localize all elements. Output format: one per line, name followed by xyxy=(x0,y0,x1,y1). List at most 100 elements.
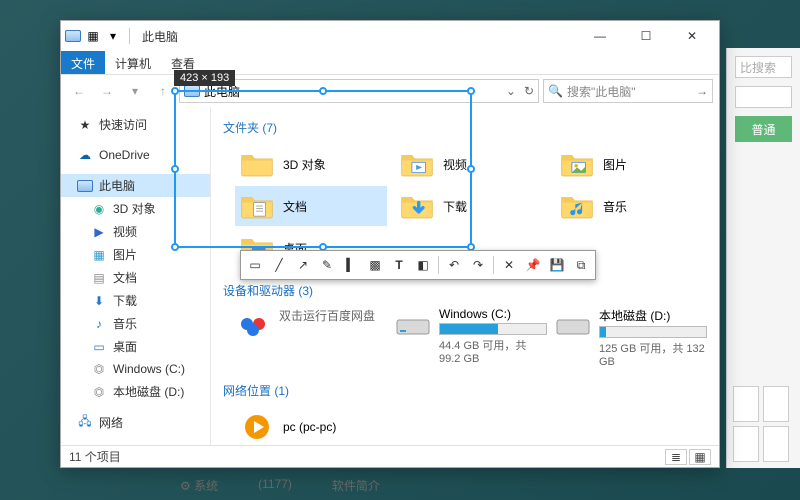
sidebar-item-drive-d[interactable]: ⏣ 本地磁盘 (D:) xyxy=(61,380,210,403)
download-icon: ⬇ xyxy=(91,293,107,309)
cloud-icon: ☁ xyxy=(77,147,93,163)
drive-d[interactable]: 本地磁盘 (D:) 125 GB 可用，共 132 GB xyxy=(555,307,707,368)
snip-pin-button[interactable]: 📌 xyxy=(522,254,544,276)
search-input[interactable]: 🔍 搜索"此电脑" → xyxy=(543,79,713,103)
sidebar-item-label: 网络 xyxy=(99,414,123,431)
qat-newfolder-icon[interactable]: ▾ xyxy=(105,28,121,44)
sidebar-item-documents[interactable]: ▤文档 xyxy=(61,266,210,289)
bg-thumb[interactable] xyxy=(733,386,759,422)
drive-c[interactable]: Windows (C:) 44.4 GB 可用，共 99.2 GB xyxy=(395,307,547,368)
window-title: 此电脑 xyxy=(142,28,178,45)
drive-icon xyxy=(555,307,591,343)
sidebar-item-label: 此电脑 xyxy=(99,177,135,194)
snip-undo-button[interactable]: ↶ xyxy=(443,254,465,276)
nav-recent-button[interactable]: ▾ xyxy=(123,79,147,103)
snip-rect-tool[interactable]: ▭ xyxy=(244,254,266,276)
maximize-button[interactable]: ☐ xyxy=(623,21,669,51)
view-icons-button[interactable]: ▦ xyxy=(689,449,711,465)
sidebar-item-music[interactable]: ♪音乐 xyxy=(61,312,210,335)
snip-marker-tool[interactable]: ▍ xyxy=(340,254,362,276)
resize-handle[interactable] xyxy=(171,243,179,251)
minimize-button[interactable]: — xyxy=(577,21,623,51)
snip-separator xyxy=(493,256,494,274)
sidebar-item-label: 本地磁盘 (D:) xyxy=(113,383,184,400)
sidebar-item-drive-c[interactable]: ⏣ Windows (C:) xyxy=(61,358,210,380)
doc-icon: ▤ xyxy=(91,270,107,286)
drive-name: 本地磁盘 (D:) xyxy=(599,307,707,324)
sidebar-item-network[interactable]: 🖧网络 xyxy=(61,411,210,434)
snip-close-button[interactable]: ✕ xyxy=(498,254,520,276)
network-pc-item[interactable]: pc (pc-pc) xyxy=(235,407,707,447)
app-icon xyxy=(65,28,81,44)
star-icon: ★ xyxy=(77,117,93,133)
tab-computer[interactable]: 计算机 xyxy=(105,51,161,74)
bg-thumb[interactable] xyxy=(763,426,789,462)
snip-save-button[interactable]: 💾 xyxy=(546,254,568,276)
snip-text-tool[interactable]: T xyxy=(388,254,410,276)
section-devices-header[interactable]: 设备和驱动器 (3) xyxy=(223,278,707,303)
network-pc-label: pc (pc-pc) xyxy=(283,420,336,434)
drive-usage-bar xyxy=(439,323,547,335)
music-icon: ♪ xyxy=(91,316,107,332)
bg-thumb[interactable] xyxy=(763,386,789,422)
drives-grid: 双击运行百度网盘 Windows (C:) 44.4 GB 可用，共 99.2 … xyxy=(223,303,707,378)
music-folder-icon xyxy=(559,190,595,222)
folder-item-music[interactable]: 音乐 xyxy=(555,186,707,226)
resize-handle[interactable] xyxy=(467,165,475,173)
resize-handle[interactable] xyxy=(171,165,179,173)
bg-footer: ⚙ 系统 (1177) 软件简介 xyxy=(180,477,380,494)
snip-dimensions-badge: 423 × 193 xyxy=(174,70,235,86)
tab-file[interactable]: 文件 xyxy=(61,51,105,74)
drive-meta: 125 GB 可用，共 132 GB xyxy=(599,340,707,368)
snip-arrow-tool[interactable]: ↗ xyxy=(292,254,314,276)
nav-back-button[interactable]: ← xyxy=(67,79,91,103)
snip-pen-tool[interactable]: ✎ xyxy=(316,254,338,276)
bg-green-button[interactable]: 普通 xyxy=(735,116,792,142)
resize-handle[interactable] xyxy=(171,87,179,95)
resize-handle[interactable] xyxy=(467,87,475,95)
snip-eraser-tool[interactable]: ◧ xyxy=(412,254,434,276)
sidebar-item-label: 下载 xyxy=(113,292,137,309)
sidebar-item-desktop[interactable]: ▭ 桌面 xyxy=(61,335,210,358)
drive-icon: ⏣ xyxy=(91,384,107,400)
bg-settings-label: ⚙ 系统 xyxy=(180,477,218,494)
search-go-icon[interactable]: → xyxy=(696,84,708,98)
snip-redo-button[interactable]: ↷ xyxy=(467,254,489,276)
ribbon-tabs: 文件 计算机 查看 xyxy=(61,51,719,75)
sidebar-item-label: OneDrive xyxy=(99,148,150,162)
snip-copy-button[interactable]: ⧉ xyxy=(570,254,592,276)
folder-label: 图片 xyxy=(603,156,627,173)
drive-icon: ⏣ xyxy=(91,361,107,377)
chevron-down-icon[interactable]: ⌄ xyxy=(506,84,516,98)
sidebar-item-label: 桌面 xyxy=(113,338,137,355)
status-text: 11 个项目 xyxy=(69,448,121,465)
snip-mosaic-tool[interactable]: ▩ xyxy=(364,254,386,276)
resize-handle[interactable] xyxy=(319,87,327,95)
sidebar-item-label: 图片 xyxy=(113,246,137,263)
bg-count-label: (1177) xyxy=(258,477,292,494)
desktop-icon: ▭ xyxy=(91,339,107,355)
bg-search[interactable]: 比搜索 xyxy=(735,56,792,78)
bg-files-label: 软件简介 xyxy=(332,477,380,494)
folder-item-pictures[interactable]: 图片 xyxy=(555,144,707,184)
baidu-netdisk-item[interactable]: 双击运行百度网盘 xyxy=(235,307,387,368)
search-icon: 🔍 xyxy=(548,84,563,98)
sidebar-item-downloads[interactable]: ⬇ 下载 xyxy=(61,289,210,312)
refresh-icon[interactable]: ↻ xyxy=(524,84,534,98)
bg-control[interactable] xyxy=(735,86,792,108)
titlebar[interactable]: ▦ ▾ 此电脑 — ☐ ✕ xyxy=(61,21,719,51)
close-button[interactable]: ✕ xyxy=(669,21,715,51)
cube-icon: ◉ xyxy=(91,201,107,217)
snip-selection[interactable] xyxy=(174,90,472,248)
nav-forward-button[interactable]: → xyxy=(95,79,119,103)
drive-icon xyxy=(395,307,431,343)
picture-icon: ▦ xyxy=(91,247,107,263)
sidebar-item-label: Windows (C:) xyxy=(113,362,185,376)
search-placeholder: 搜索"此电脑" xyxy=(567,83,636,100)
snip-line-tool[interactable]: ╱ xyxy=(268,254,290,276)
qat-properties-icon[interactable]: ▦ xyxy=(85,28,101,44)
section-network-header[interactable]: 网络位置 (1) xyxy=(223,378,707,403)
bg-thumb[interactable] xyxy=(733,426,759,462)
snip-toolbar: ▭ ╱ ↗ ✎ ▍ ▩ T ◧ ↶ ↷ ✕ 📌 💾 ⧉ xyxy=(240,250,596,280)
view-details-button[interactable]: ≣ xyxy=(665,449,687,465)
